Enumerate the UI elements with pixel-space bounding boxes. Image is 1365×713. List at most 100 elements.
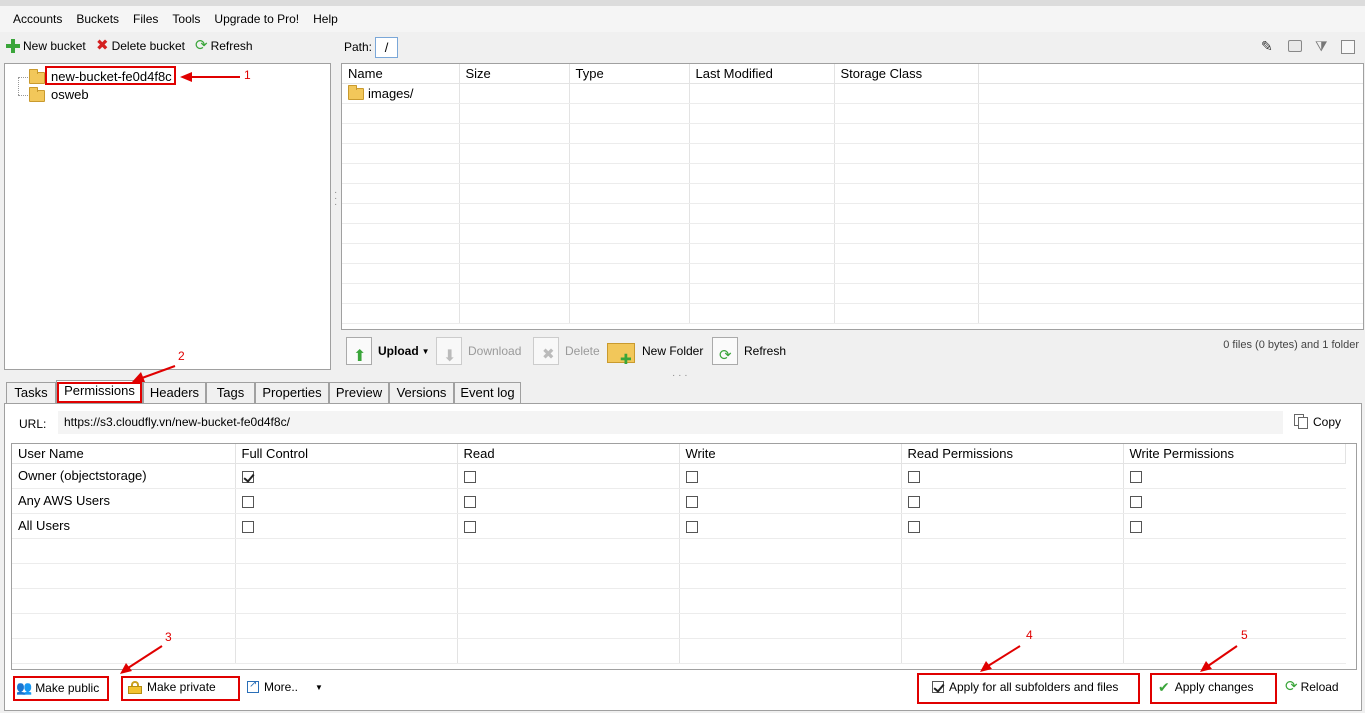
horizontal-splitter[interactable]: · · · bbox=[672, 370, 688, 381]
empty-cell bbox=[978, 283, 1363, 304]
col-user-name[interactable]: User Name bbox=[12, 444, 236, 464]
delete-file-button[interactable]: ✖ Delete bbox=[533, 337, 600, 365]
empty-cell bbox=[978, 83, 1363, 104]
url-field[interactable]: https://s3.cloudfly.vn/new-bucket-fe0d4f… bbox=[58, 411, 1283, 434]
more-label: More.. bbox=[264, 680, 299, 694]
permission-cell bbox=[457, 538, 680, 564]
checkbox-unchecked[interactable] bbox=[1129, 520, 1142, 533]
empty-cell bbox=[569, 243, 690, 264]
upload-icon: ⬆ bbox=[346, 337, 372, 365]
checkbox-unchecked[interactable] bbox=[241, 495, 254, 508]
permission-row: Any AWS Users bbox=[12, 488, 1346, 514]
make-private-button[interactable]: Make private bbox=[128, 680, 216, 694]
path-input[interactable]: / bbox=[375, 37, 398, 58]
tab-tags[interactable]: Tags bbox=[206, 382, 255, 403]
menu-upgrade[interactable]: Upgrade to Pro! bbox=[207, 6, 306, 32]
empty-cell bbox=[689, 143, 835, 164]
apply-all-checkbox[interactable]: Apply for all subfolders and files bbox=[932, 680, 1118, 694]
col-size[interactable]: Size bbox=[459, 64, 570, 84]
filter-icon[interactable]: ⧩ bbox=[1315, 38, 1328, 55]
menu-buckets[interactable]: Buckets bbox=[69, 6, 126, 32]
empty-cell bbox=[689, 123, 835, 144]
checkbox-unchecked[interactable] bbox=[463, 520, 476, 533]
checkbox-checked[interactable] bbox=[241, 470, 254, 483]
tab-versions[interactable]: Versions bbox=[389, 382, 454, 403]
checkbox-unchecked[interactable] bbox=[463, 470, 476, 483]
checkbox-unchecked[interactable] bbox=[241, 520, 254, 533]
empty-cell bbox=[569, 183, 690, 204]
col-last-modified[interactable]: Last Modified bbox=[689, 64, 835, 84]
checkbox-unchecked[interactable] bbox=[685, 495, 698, 508]
bucket-item[interactable]: new-bucket-fe0d4f8c bbox=[29, 68, 172, 84]
apply-changes-button[interactable]: ✔ Apply changes bbox=[1158, 680, 1253, 694]
col-full-control[interactable]: Full Control bbox=[235, 444, 458, 464]
copy-window-icon[interactable] bbox=[1341, 40, 1355, 54]
edit-pencil-icon[interactable]: ✎ bbox=[1261, 38, 1273, 55]
checkbox-unchecked[interactable] bbox=[1129, 495, 1142, 508]
empty-cell bbox=[834, 223, 979, 244]
permission-cell bbox=[457, 588, 680, 614]
empty-cell bbox=[834, 263, 979, 284]
col-name[interactable]: Name bbox=[342, 64, 460, 84]
col-read[interactable]: Read bbox=[457, 444, 680, 464]
permission-cell bbox=[901, 488, 1124, 514]
copy-url-button[interactable]: Copy bbox=[1294, 414, 1341, 429]
reload-button[interactable]: ⟳ Reload bbox=[1285, 679, 1339, 694]
user-name-cell: Owner (objectstorage) bbox=[12, 463, 236, 489]
permission-cell bbox=[457, 613, 680, 639]
permission-cell bbox=[235, 563, 458, 589]
download-icon: ⬇ bbox=[436, 337, 462, 365]
permission-cell bbox=[457, 563, 680, 589]
external-link-icon: ↗ bbox=[247, 679, 259, 693]
empty-cell bbox=[459, 203, 570, 224]
checkbox-unchecked[interactable] bbox=[907, 470, 920, 483]
permission-cell bbox=[1123, 613, 1346, 639]
checkbox-unchecked[interactable] bbox=[685, 520, 698, 533]
col-type[interactable]: Type bbox=[569, 64, 690, 84]
table-row[interactable]: images/ bbox=[342, 83, 1363, 104]
col-storage-class[interactable]: Storage Class bbox=[834, 64, 979, 84]
menu-help[interactable]: Help bbox=[306, 6, 345, 32]
refresh-buckets-button[interactable]: ⟳ Refresh bbox=[195, 38, 253, 53]
more-button[interactable]: ↗ More.. ▼ bbox=[247, 679, 323, 694]
checkbox-unchecked[interactable] bbox=[463, 495, 476, 508]
table-row bbox=[342, 243, 1363, 264]
upload-button[interactable]: ⬆ Upload ▼ bbox=[346, 337, 430, 365]
make-public-button[interactable]: 👥 Make public bbox=[16, 680, 99, 696]
delete-bucket-button[interactable]: ✖ Delete bucket bbox=[96, 38, 185, 53]
new-folder-button[interactable]: ✚ New Folder bbox=[606, 337, 703, 367]
checkbox-unchecked[interactable] bbox=[907, 520, 920, 533]
permission-cell bbox=[235, 538, 458, 564]
tab-headers[interactable]: Headers bbox=[143, 382, 206, 403]
permission-cell bbox=[901, 538, 1124, 564]
new-bucket-button[interactable]: New bucket bbox=[6, 39, 86, 53]
menu-accounts[interactable]: Accounts bbox=[6, 6, 69, 32]
menu-files[interactable]: Files bbox=[126, 6, 165, 32]
tab-preview[interactable]: Preview bbox=[329, 382, 389, 403]
refresh-files-button[interactable]: ⟳ Refresh bbox=[712, 337, 786, 365]
permission-cell bbox=[1123, 538, 1346, 564]
empty-cell bbox=[342, 263, 460, 284]
col-read-permissions[interactable]: Read Permissions bbox=[901, 444, 1124, 464]
permission-cell bbox=[457, 463, 680, 489]
col-write[interactable]: Write bbox=[679, 444, 902, 464]
empty-cell bbox=[978, 303, 1363, 324]
permission-cell bbox=[1123, 513, 1346, 539]
bucket-name: osweb bbox=[51, 86, 89, 102]
annotation-number: 1 bbox=[244, 68, 251, 82]
view-window-icon[interactable] bbox=[1288, 40, 1302, 52]
empty-cell bbox=[834, 103, 979, 124]
tab-properties[interactable]: Properties bbox=[255, 382, 329, 403]
checkbox-unchecked[interactable] bbox=[685, 470, 698, 483]
vertical-splitter[interactable]: · · · bbox=[334, 188, 337, 210]
checkbox-unchecked[interactable] bbox=[1129, 470, 1142, 483]
tab-tasks[interactable]: Tasks bbox=[6, 382, 56, 403]
download-button[interactable]: ⬇ Download bbox=[436, 337, 521, 365]
tab-permissions[interactable]: Permissions bbox=[56, 380, 143, 404]
menu-tools[interactable]: Tools bbox=[165, 6, 207, 32]
checkbox-unchecked[interactable] bbox=[907, 495, 920, 508]
col-write-permissions[interactable]: Write Permissions bbox=[1123, 444, 1346, 464]
table-row bbox=[342, 263, 1363, 284]
tab-event-log[interactable]: Event log bbox=[454, 382, 521, 403]
bucket-item[interactable]: osweb bbox=[29, 86, 89, 102]
